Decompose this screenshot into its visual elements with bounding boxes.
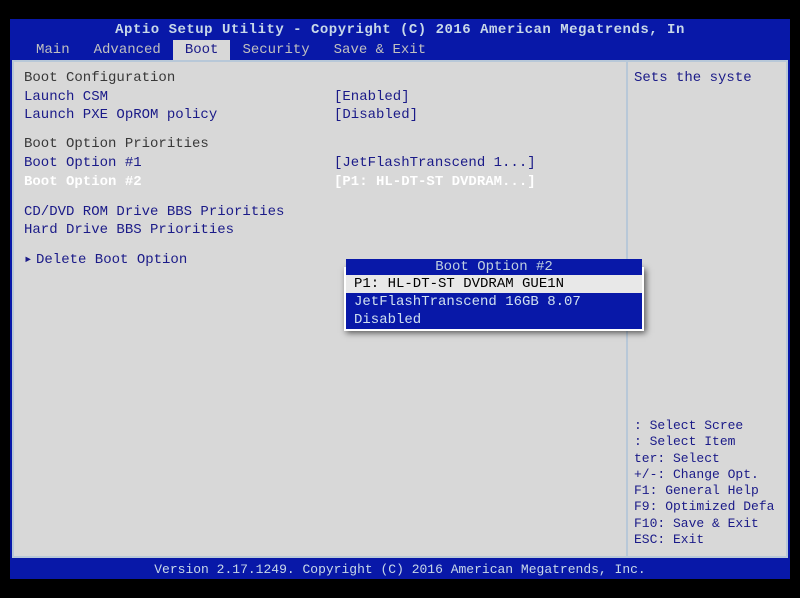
key-hint: F10: Save & Exit bbox=[634, 516, 780, 532]
key-hint: ESC: Exit bbox=[634, 532, 780, 548]
key-hint: : Select Scree bbox=[634, 418, 780, 434]
tab-main[interactable]: Main bbox=[24, 40, 82, 60]
key-hint: F9: Optimized Defa bbox=[634, 499, 780, 515]
content-area: Boot Configuration Launch CSM [Enabled] … bbox=[12, 60, 788, 558]
key-hint: ter: Select bbox=[634, 451, 780, 467]
launch-pxe-label: Launch PXE OpROM policy bbox=[24, 106, 334, 124]
boot-option-2-value: [P1: HL-DT-ST DVDRAM...] bbox=[334, 173, 616, 191]
footer: Version 2.17.1249. Copyright (C) 2016 Am… bbox=[10, 558, 790, 579]
popup-item-2[interactable]: Disabled bbox=[346, 311, 642, 329]
cddvd-priorities[interactable]: CD/DVD ROM Drive BBS Priorities bbox=[24, 203, 616, 221]
launch-csm-label: Launch CSM bbox=[24, 88, 334, 106]
boot-option-1-value: [JetFlashTranscend 1...] bbox=[334, 154, 616, 172]
tab-boot[interactable]: Boot bbox=[173, 40, 231, 60]
launch-pxe-row[interactable]: Launch PXE OpROM policy [Disabled] bbox=[24, 106, 616, 124]
popup-title: Boot Option #2 bbox=[346, 259, 642, 275]
help-text: Sets the syste bbox=[634, 70, 780, 418]
hdd-priorities[interactable]: Hard Drive BBS Priorities bbox=[24, 221, 616, 239]
popup-item-1[interactable]: JetFlashTranscend 16GB 8.07 bbox=[346, 293, 642, 311]
boot-option-2-row[interactable]: Boot Option #2 [P1: HL-DT-ST DVDRAM...] bbox=[24, 173, 616, 191]
launch-csm-value: [Enabled] bbox=[334, 88, 616, 106]
key-hint: F1: General Help bbox=[634, 483, 780, 499]
tab-bar: Main Advanced Boot Security Save & Exit bbox=[10, 40, 790, 60]
boot-priorities-header: Boot Option Priorities bbox=[24, 136, 616, 152]
tab-security[interactable]: Security bbox=[230, 40, 321, 60]
key-hint: : Select Item bbox=[634, 434, 780, 450]
key-hints: : Select Scree : Select Item ter: Select… bbox=[634, 418, 780, 548]
bios-screen: Aptio Setup Utility - Copyright (C) 2016… bbox=[10, 19, 790, 579]
boot-option-1-row[interactable]: Boot Option #1 [JetFlashTranscend 1...] bbox=[24, 154, 616, 172]
boot-option-1-label: Boot Option #1 bbox=[24, 154, 334, 172]
tab-save-exit[interactable]: Save & Exit bbox=[322, 40, 438, 60]
launch-pxe-value: [Disabled] bbox=[334, 106, 616, 124]
boot-option-popup: Boot Option #2 P1: HL-DT-ST DVDRAM GUE1N… bbox=[344, 267, 644, 331]
key-hint: +/-: Change Opt. bbox=[634, 467, 780, 483]
popup-item-0[interactable]: P1: HL-DT-ST DVDRAM GUE1N bbox=[346, 275, 642, 293]
boot-option-2-label: Boot Option #2 bbox=[24, 173, 334, 191]
launch-csm-row[interactable]: Launch CSM [Enabled] bbox=[24, 88, 616, 106]
triangle-icon: ▸ bbox=[24, 251, 36, 269]
side-panel: Sets the syste : Select Scree : Select I… bbox=[628, 62, 786, 556]
boot-config-header: Boot Configuration bbox=[24, 70, 616, 86]
title-bar: Aptio Setup Utility - Copyright (C) 2016… bbox=[10, 19, 790, 40]
tab-advanced[interactable]: Advanced bbox=[82, 40, 173, 60]
